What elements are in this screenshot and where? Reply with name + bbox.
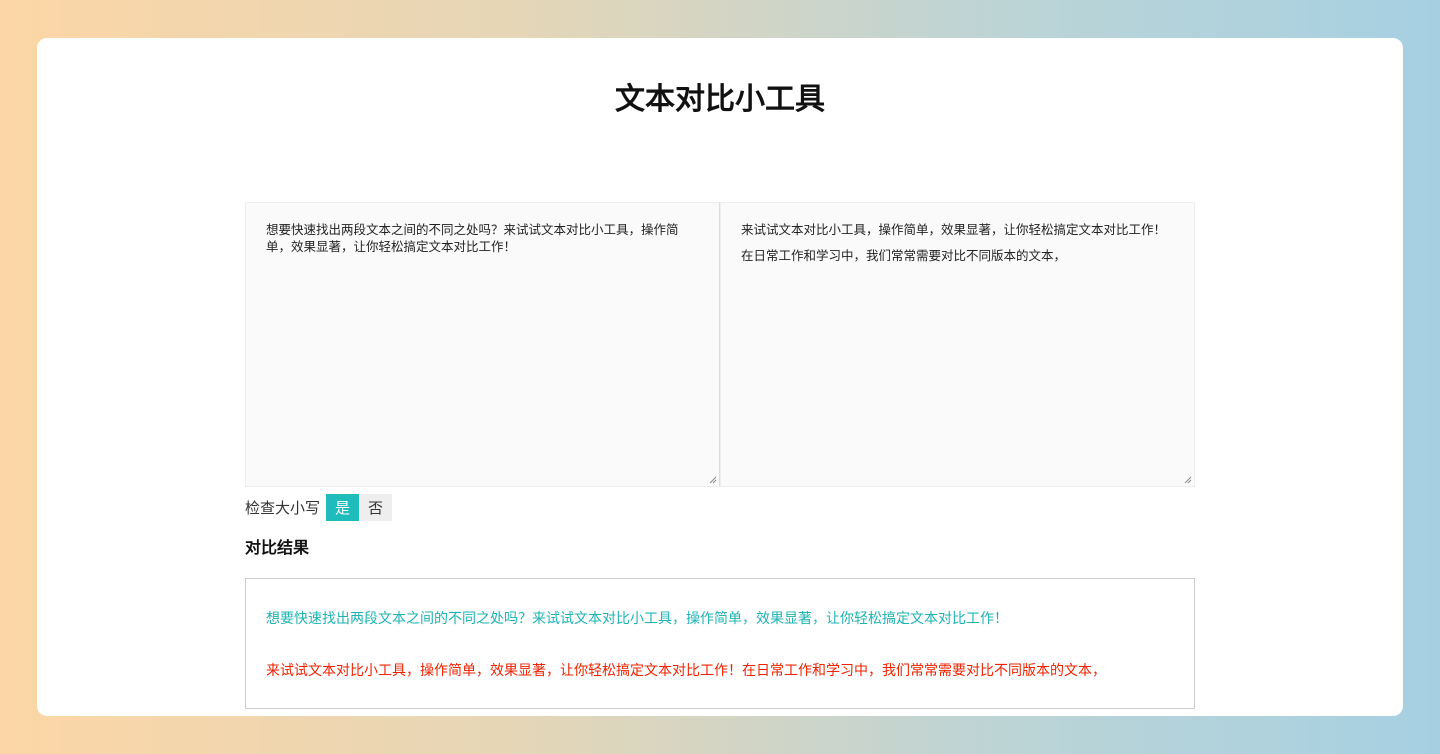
- left-text-paragraph: 想要快速找出两段文本之间的不同之处吗？来试试文本对比小工具，操作简单，效果显著，…: [266, 222, 679, 254]
- right-text-paragraph: 来试试文本对比小工具，操作简单，效果显著，让你轻松搞定文本对比工作！: [741, 222, 1167, 237]
- result-panel: 想要快速找出两段文本之间的不同之处吗？来试试文本对比小工具，操作简单，效果显著，…: [245, 578, 1195, 709]
- case-check-no-button[interactable]: 否: [359, 493, 393, 521]
- case-check-row: 检查大小写 是 否: [245, 493, 393, 521]
- right-text-input[interactable]: 来试试文本对比小工具，操作简单，效果显著，让你轻松搞定文本对比工作！ 在日常工作…: [720, 202, 1195, 487]
- result-line-added: 想要快速找出两段文本之间的不同之处吗？来试试文本对比小工具，操作简单，效果显著，…: [266, 611, 1008, 627]
- right-text-paragraph: 在日常工作和学习中，我们常常需要对比不同版本的文本，: [741, 248, 1067, 263]
- main-card: 文本对比小工具 想要快速找出两段文本之间的不同之处吗？来试试文本对比小工具，操作…: [37, 38, 1403, 716]
- resize-grip-icon[interactable]: [709, 476, 717, 484]
- page-title: 文本对比小工具: [615, 82, 825, 117]
- case-check-label: 检查大小写: [245, 498, 321, 517]
- result-line-removed: 来试试文本对比小工具，操作简单，效果显著，让你轻松搞定文本对比工作！在日常工作和…: [266, 663, 1106, 679]
- editor-pair: 想要快速找出两段文本之间的不同之处吗？来试试文本对比小工具，操作简单，效果显著，…: [245, 202, 1195, 487]
- left-text-input[interactable]: 想要快速找出两段文本之间的不同之处吗？来试试文本对比小工具，操作简单，效果显著，…: [245, 202, 720, 487]
- resize-grip-icon[interactable]: [1184, 476, 1192, 484]
- result-heading: 对比结果: [245, 538, 310, 557]
- case-check-yes-button[interactable]: 是: [326, 493, 360, 521]
